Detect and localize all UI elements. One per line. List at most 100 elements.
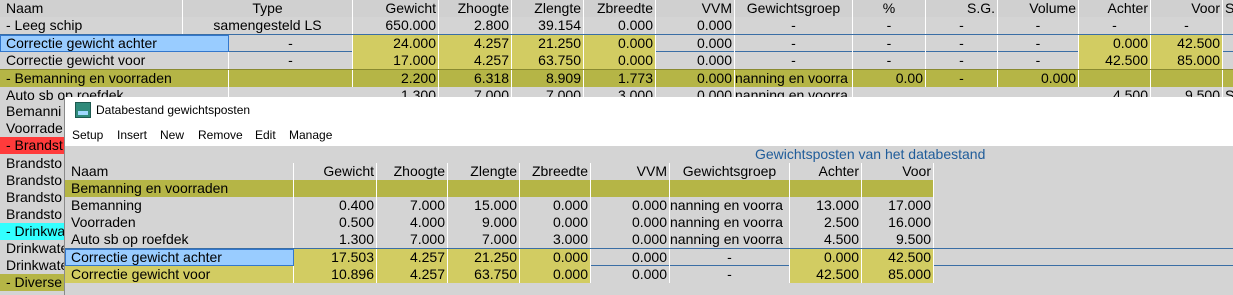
cell-sg: - — [926, 52, 998, 69]
list-item[interactable]: Bemanni — [0, 103, 65, 120]
dialog-title: Databestand gewichtsposten — [96, 103, 251, 117]
cell-zbreedte: 0.000 — [520, 214, 591, 231]
col-header-achter[interactable]: Achter — [790, 163, 862, 180]
col-header-zbreedte[interactable]: Zbreedte — [584, 0, 656, 17]
cell-naam: Auto sb op roefdek — [65, 231, 294, 248]
cell-voor: 85.000 — [1151, 52, 1223, 69]
col-header-percent[interactable]: % — [853, 0, 926, 17]
col-header-naam[interactable]: Naam — [65, 163, 294, 180]
cell-naam: - Bemanning en voorraden — [0, 70, 229, 87]
col-header-zhoogte[interactable]: Zhoogte — [439, 0, 512, 17]
col-header-zbreedte[interactable]: Zbreedte — [520, 163, 591, 180]
cell-zbreedte: 0.000 — [584, 52, 656, 69]
col-header-volume[interactable]: Volume — [998, 0, 1079, 17]
cell-vvm: 0.000 — [591, 197, 670, 214]
cell-zbreedte — [520, 180, 591, 197]
col-header-vvm[interactable]: VVM — [656, 0, 735, 17]
cell-zbreedte: 0.000 — [520, 197, 591, 214]
col-header-zhoogte[interactable]: Zhoogte — [377, 163, 448, 180]
col-header-gewichtsgroep[interactable]: Gewichtsgroep — [670, 163, 790, 180]
col-header-zlengte[interactable]: Zlengte — [448, 163, 520, 180]
list-item-group[interactable]: - Drinkwa — [0, 223, 65, 240]
cell-zbreedte: 0.000 — [584, 35, 656, 52]
cell-sg: - — [926, 35, 998, 52]
cell-percent: - — [853, 35, 926, 52]
cell-vvm: 0.000 — [656, 17, 735, 34]
table-row[interactable]: Bemanning 0.400 7.000 15.000 0.000 0.000… — [65, 197, 1233, 214]
cell-zlengte: 9.000 — [448, 214, 520, 231]
list-item[interactable]: Brandsto — [0, 172, 65, 189]
cell-zlengte — [448, 180, 520, 197]
cell-voor — [1151, 70, 1223, 87]
cell-gewicht: 650.000 — [353, 17, 439, 34]
table-row-selected[interactable]: Correctie gewicht achter - 24.000 4.257 … — [0, 34, 1233, 52]
cell-naam: Brandsto — [6, 206, 63, 222]
cell-zlengte: 21.250 — [448, 249, 520, 266]
table-row-selected[interactable]: Correctie gewicht achter 17.503 4.257 21… — [65, 248, 1233, 266]
table-row[interactable]: - Leeg schip samengesteld LS 650.000 2.8… — [0, 17, 1233, 34]
cell-voor: 42.500 — [862, 249, 934, 266]
cell-gewicht: 0.400 — [294, 197, 377, 214]
table-row-group[interactable]: Bemanning en voorraden — [65, 180, 1233, 197]
col-header-s[interactable]: S — [1223, 0, 1233, 17]
list-item-group[interactable]: - Diverse — [0, 274, 65, 291]
menu-manage[interactable]: Manage — [289, 124, 332, 146]
list-item-group[interactable]: - Brandst — [0, 137, 65, 154]
menu-edit[interactable]: Edit — [255, 124, 276, 146]
cell-achter — [1079, 70, 1151, 87]
cell-gewichtsgroep: - — [670, 266, 790, 283]
main-header-row: Naam Type Gewicht Zhoogte Zlengte Zbreed… — [0, 0, 1233, 17]
cell-gewicht: 1.300 — [294, 231, 377, 248]
cell-achter — [790, 180, 862, 197]
menu-setup[interactable]: Setup — [72, 124, 103, 146]
col-header-naam[interactable]: Naam — [0, 0, 183, 17]
table-row[interactable]: Voorraden 0.500 4.000 9.000 0.000 0.000 … — [65, 214, 1233, 231]
cell-volume: - — [998, 52, 1079, 69]
menu-new[interactable]: New — [160, 124, 184, 146]
table-row[interactable]: Correctie gewicht voor 10.896 4.257 63.7… — [65, 266, 1233, 283]
col-header-voor[interactable]: Voor — [862, 163, 934, 180]
cell-zbreedte: 3.000 — [520, 231, 591, 248]
col-header-achter[interactable]: Achter — [1079, 0, 1151, 17]
cell-zlengte: 39.154 — [512, 17, 584, 34]
cell-vvm: 0.000 — [656, 35, 735, 52]
cell-voor: 16.000 — [862, 214, 934, 231]
cell-zhoogte: 4.257 — [439, 52, 512, 69]
list-item[interactable]: Drinkwate — [0, 257, 65, 274]
table-row[interactable]: Correctie gewicht voor - 17.000 4.257 63… — [0, 52, 1233, 69]
cell-percent: - — [853, 17, 926, 34]
cell-voor: 85.000 — [862, 266, 934, 283]
menu-remove[interactable]: Remove — [198, 124, 243, 146]
cell-voor: 17.000 — [862, 197, 934, 214]
cell-vvm: 0.000 — [591, 214, 670, 231]
list-item[interactable]: Voorrade — [0, 120, 65, 137]
col-header-gewichtsgroep[interactable]: Gewichtsgroep — [735, 0, 853, 17]
col-header-type[interactable]: Type — [183, 0, 353, 17]
cell-zhoogte: 4.257 — [439, 35, 512, 52]
cell-vvm: 0.000 — [591, 266, 670, 283]
list-item[interactable]: Brandsto — [0, 206, 65, 223]
col-header-vvm[interactable]: VVM — [591, 163, 670, 180]
cell-voor — [862, 180, 934, 197]
table-row-group[interactable]: - Bemanning en voorraden 2.200 6.318 8.9… — [0, 69, 1233, 87]
cell-type: samengesteld LS — [183, 17, 353, 34]
cell-naam: Brandsto — [6, 172, 63, 188]
cell-gewicht: 17.000 — [353, 52, 439, 69]
cell-zbreedte: 0.000 — [520, 249, 591, 266]
cell-naam: Drinkwate — [6, 240, 65, 256]
list-item[interactable]: Drinkwate — [0, 240, 65, 257]
cell-gewichtsgroep: - — [670, 249, 790, 266]
col-header-sg[interactable]: S.G. — [926, 0, 998, 17]
cell-volume: - — [998, 35, 1079, 52]
col-header-zlengte[interactable]: Zlengte — [512, 0, 584, 17]
col-header-gewicht[interactable]: Gewicht — [294, 163, 377, 180]
col-header-voor[interactable]: Voor — [1151, 0, 1223, 17]
list-item[interactable]: Brandsto — [0, 189, 65, 206]
cell-sg: - — [926, 70, 998, 87]
menu-insert[interactable]: Insert — [117, 124, 147, 146]
list-item[interactable]: Brandsto — [0, 155, 65, 172]
table-row[interactable]: Auto sb op roefdek 1.300 7.000 7.000 3.0… — [65, 231, 1233, 248]
cell-naam: Voorrade — [6, 120, 63, 136]
col-header-gewicht[interactable]: Gewicht — [353, 0, 439, 17]
dialog-titlebar[interactable]: Databestand gewichtsposten — [65, 97, 1233, 124]
